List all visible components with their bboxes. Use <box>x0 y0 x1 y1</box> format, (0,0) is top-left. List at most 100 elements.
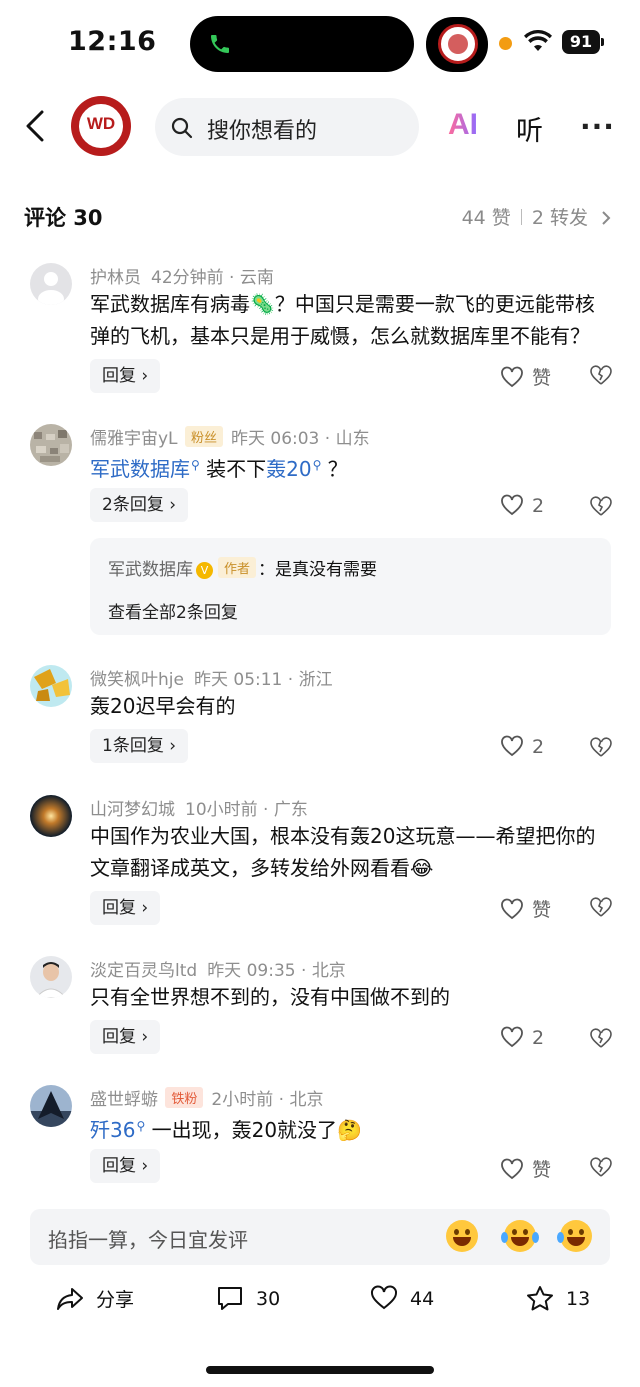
grin-emoji-icon[interactable] <box>446 1220 478 1252</box>
avatar[interactable] <box>30 1085 72 1127</box>
comment-location: 浙江 <box>298 670 333 690</box>
reposts-count: 2 转发 <box>531 207 588 229</box>
comment-username[interactable]: 微笑枫叶hje <box>90 670 184 690</box>
more-options-button[interactable]: ··· <box>580 110 615 143</box>
like-count: 赞 <box>532 367 552 389</box>
comment-username[interactable]: 山河梦幻城 <box>90 800 175 820</box>
reply-label: 2条回复 <box>102 495 164 515</box>
comment-username[interactable]: 儒雅宇宙yL <box>90 429 178 449</box>
topic-link[interactable]: 歼36 <box>90 1118 135 1142</box>
replies-button[interactable]: 1条回复 › <box>90 729 189 763</box>
share-button[interactable]: 分享 <box>56 1285 134 1312</box>
fan-badge: 粉丝 <box>184 426 223 447</box>
mic-indicator-dot <box>499 37 512 50</box>
dislike-icon[interactable] <box>590 897 612 917</box>
dislike-icon[interactable] <box>590 496 612 516</box>
like-count: 2 <box>532 736 545 758</box>
like-count: 赞 <box>532 1159 552 1181</box>
comment-text-line: 文章翻译成英文，多转发给外网看看😂 <box>90 856 434 880</box>
sub-reply-text: ：是真没有需要 <box>258 560 378 580</box>
heart-icon <box>501 366 523 388</box>
likes-count: 44 赞 <box>461 207 511 229</box>
avatar[interactable] <box>30 424 72 466</box>
view-all-replies-link[interactable]: 查看全部2条回复 <box>108 598 238 623</box>
like-button[interactable]: 赞 <box>500 1155 551 1182</box>
comment-location: 北京 <box>289 1090 324 1110</box>
chevron-right-icon <box>602 211 611 225</box>
rofl-emoji-icon[interactable] <box>557 1220 592 1252</box>
post-stats[interactable]: 44 赞 2 转发 <box>462 203 612 230</box>
comment-meta: 护林员 42分钟前 · 云南 <box>90 268 274 288</box>
comment-meta: 微笑枫叶hje 昨天 05:11 · 浙江 <box>90 670 333 690</box>
post-likes-count: 44 <box>410 1288 435 1310</box>
comment-time: 2小时前 <box>211 1090 274 1110</box>
like-button[interactable]: 2 <box>500 494 544 517</box>
search-input[interactable]: 搜你想看的 <box>155 98 419 156</box>
reply-button[interactable]: 回复 › <box>90 359 161 393</box>
comment-input[interactable]: 掐指一算，今日宜发评 <box>30 1209 610 1265</box>
author-badge: 作者 <box>218 557 257 578</box>
like-button[interactable]: 2 <box>500 735 544 758</box>
like-button[interactable]: 2 <box>500 1026 544 1049</box>
listen-button[interactable]: 听 <box>516 109 543 148</box>
reply-button[interactable]: 回复 › <box>90 891 161 925</box>
verified-icon: V <box>196 562 213 579</box>
comment-text-part: 装不下 <box>199 457 267 481</box>
comment-location: 云南 <box>239 268 274 288</box>
dynamic-island <box>190 16 414 72</box>
avatar[interactable] <box>30 956 72 998</box>
like-button[interactable]: 赞 <box>500 363 551 390</box>
reply-label: 回复 <box>102 1027 136 1047</box>
battery-tip <box>601 38 604 46</box>
comment-username[interactable]: 淡定百灵鸟ltd <box>90 961 197 981</box>
bottom-action-bar: 分享 30 44 13 <box>0 1275 640 1325</box>
iron-fan-badge: 铁粉 <box>165 1087 204 1108</box>
reply-label: 回复 <box>102 366 136 386</box>
like-button[interactable]: 赞 <box>500 895 551 922</box>
comments-button[interactable]: 30 <box>216 1285 280 1311</box>
search-icon <box>171 117 193 139</box>
like-count: 2 <box>532 495 545 517</box>
comment-meta: 儒雅宇宙yL 粉丝 昨天 06:03 · 山东 <box>90 424 370 449</box>
ai-button[interactable]: AI <box>448 108 478 142</box>
dislike-icon[interactable] <box>590 737 612 757</box>
replies-button[interactable]: 2条回复 › <box>90 488 189 522</box>
dislike-icon[interactable] <box>590 1157 612 1177</box>
top-nav: WD 搜你想看的 AI 听 ··· <box>0 92 640 162</box>
comment-location: 广东 <box>273 800 308 820</box>
back-icon[interactable] <box>20 106 50 146</box>
comment-time: 42分钟前 <box>151 268 224 288</box>
logo-text: WD <box>86 114 116 133</box>
comment-meta: 盛世蜉蝣 铁粉 2小时前 · 北京 <box>90 1085 323 1110</box>
heart-icon <box>501 494 523 516</box>
laugh-cry-emoji-icon[interactable] <box>501 1220 539 1252</box>
topic-link[interactable]: 军武数据库 <box>90 457 190 481</box>
comments-title: 评论 30 <box>24 206 103 230</box>
home-indicator[interactable] <box>206 1366 434 1374</box>
reply-button[interactable]: 回复 › <box>90 1149 161 1183</box>
heart-icon <box>501 898 523 920</box>
app-activity-icon <box>426 17 488 72</box>
wifi-icon <box>524 30 552 51</box>
comment-text: 歼36⚲ 一出现，轰20就没了🤔 <box>90 1110 620 1146</box>
comment-username[interactable]: 护林员 <box>90 268 141 288</box>
comment-text: 军武数据库有病毒🦠？中国只是需要一款飞的更远能带核 弹的飞机，基本只是用于威慑，… <box>90 288 620 352</box>
comment-text-part: 一出现，轰20就没了🤔 <box>145 1118 362 1142</box>
account-avatar[interactable]: WD <box>71 96 131 156</box>
topic-link[interactable]: 轰20 <box>266 457 311 481</box>
favorite-button[interactable]: 13 <box>526 1285 590 1311</box>
comment-location: 北京 <box>311 961 346 981</box>
dislike-icon[interactable] <box>590 365 612 385</box>
like-post-button[interactable]: 44 <box>370 1285 434 1311</box>
avatar[interactable] <box>30 263 72 305</box>
avatar[interactable] <box>30 665 72 707</box>
comment-username[interactable]: 盛世蜉蝣 <box>90 1090 158 1110</box>
dislike-icon[interactable] <box>590 1028 612 1048</box>
search-icon: ⚲ <box>191 458 200 472</box>
avatar[interactable] <box>30 795 72 837</box>
status-time: 12:16 <box>68 26 157 57</box>
heart-icon <box>501 735 523 757</box>
sub-reply-username[interactable]: 军武数据库 <box>108 560 193 580</box>
reply-button[interactable]: 回复 › <box>90 1020 161 1054</box>
sub-reply-box[interactable]: 军武数据库 V 作者 ：是真没有需要 查看全部2条回复 <box>90 538 611 635</box>
